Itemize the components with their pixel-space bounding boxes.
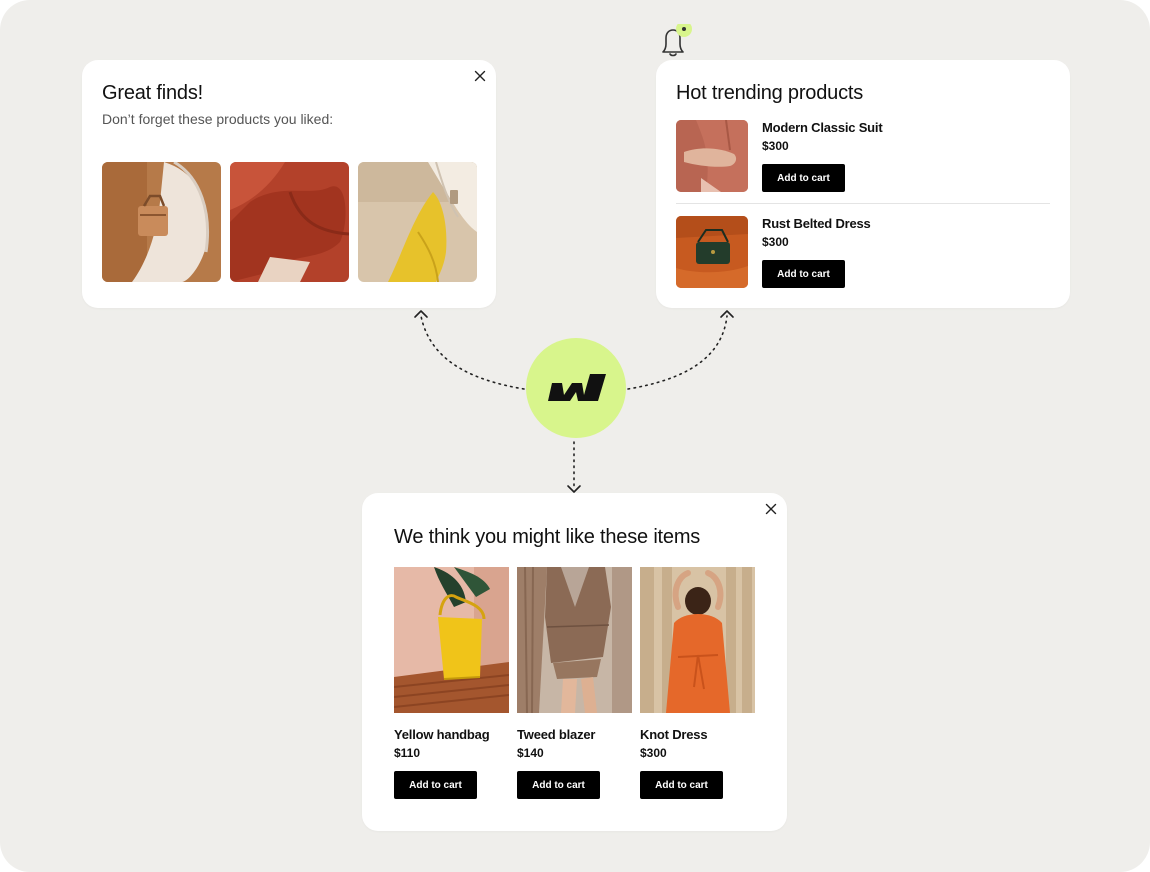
add-to-cart-button[interactable]: Add to cart — [762, 260, 845, 288]
product-price: $140 — [517, 746, 544, 760]
close-icon — [474, 70, 486, 82]
trending-card: Hot trending products Modern Classic Sui… — [656, 60, 1070, 308]
product-card: Knot Dress $300 Add to cart — [640, 567, 755, 799]
trending-item: Rust Belted Dress $300 Add to cart — [676, 216, 1050, 288]
product-name: Knot Dress — [640, 727, 708, 742]
bell-icon — [662, 21, 692, 57]
yellow-handbag-image[interactable] — [394, 567, 509, 713]
divider — [676, 203, 1050, 204]
trending-title: Hot trending products — [676, 82, 864, 104]
add-to-cart-button[interactable]: Add to cart — [517, 771, 600, 799]
trending-item-name: Rust Belted Dress — [762, 216, 871, 231]
product-card: Yellow handbag $110 Add to cart — [394, 567, 509, 799]
brand-logo-badge — [526, 338, 626, 438]
close-button[interactable] — [472, 68, 488, 84]
add-to-cart-button[interactable]: Add to cart — [640, 771, 723, 799]
recommendations-card: We think you might like these items Yell… — [362, 493, 787, 831]
rust-skirt-image[interactable] — [230, 162, 349, 282]
brand-logo — [548, 374, 606, 401]
trending-item-price: $300 — [762, 235, 789, 249]
tan-handbag-image[interactable] — [102, 162, 221, 282]
recommendations-title: We think you might like these items — [394, 526, 701, 548]
rust-belted-dress-image[interactable] — [676, 216, 748, 288]
add-to-cart-button[interactable]: Add to cart — [394, 771, 477, 799]
great-finds-subtitle: Don’t forget these products you liked: — [102, 111, 334, 127]
great-finds-title: Great finds! — [102, 82, 203, 104]
trending-item-name: Modern Classic Suit — [762, 120, 883, 135]
trending-item: Modern Classic Suit $300 Add to cart — [676, 120, 1050, 192]
great-finds-card: Great finds! Don’t forget these products… — [82, 60, 496, 308]
add-to-cart-button[interactable]: Add to cart — [762, 164, 845, 192]
close-icon — [765, 503, 777, 515]
product-price: $110 — [394, 746, 421, 760]
modern-classic-suit-image[interactable] — [676, 120, 748, 192]
product-card: Tweed blazer $140 Add to cart — [517, 567, 632, 799]
close-button[interactable] — [763, 501, 779, 517]
yellow-outfit-image[interactable] — [358, 162, 477, 282]
product-name: Tweed blazer — [517, 727, 596, 742]
notification-bell-button[interactable] — [660, 21, 692, 57]
knot-dress-image[interactable] — [640, 567, 755, 713]
tweed-blazer-image[interactable] — [517, 567, 632, 713]
product-name: Yellow handbag — [394, 727, 490, 742]
product-price: $300 — [640, 746, 667, 760]
trending-item-price: $300 — [762, 139, 789, 153]
